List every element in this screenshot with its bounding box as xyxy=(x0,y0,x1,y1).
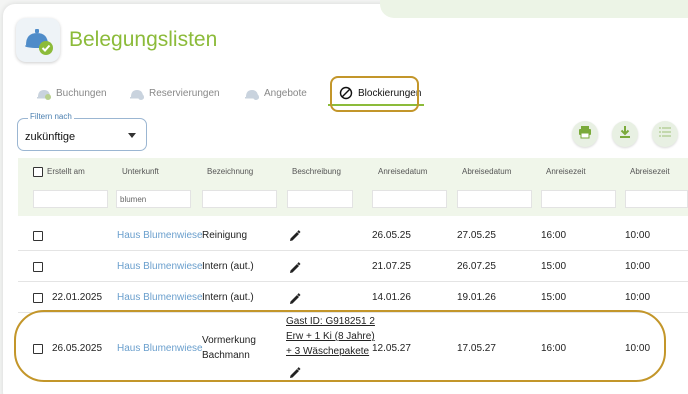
departure-date: 19.01.26 xyxy=(457,292,496,303)
column-header[interactable]: Erstellt am xyxy=(47,167,85,176)
arrival-date: 21.07.25 xyxy=(372,261,411,272)
departure-date: 26.07.25 xyxy=(457,261,496,272)
column-header[interactable]: Bezeichnung xyxy=(207,167,253,176)
bell-icon xyxy=(36,85,52,101)
column-header[interactable]: Beschreibung xyxy=(292,167,341,176)
arrival-time: 16:00 xyxy=(541,230,567,241)
column-header[interactable]: Unterkunft xyxy=(122,167,159,176)
download-icon xyxy=(618,125,632,144)
departure-time: 10:00 xyxy=(625,261,651,272)
created-date: 22.01.2025 xyxy=(52,292,103,303)
filter-input-unterkunft[interactable]: blumen xyxy=(116,190,191,208)
filter-input-abreisedatum[interactable] xyxy=(457,190,532,208)
filter-label: Filtern nach xyxy=(28,112,74,121)
edit-pencil-icon[interactable] xyxy=(289,292,301,304)
bell-icon xyxy=(129,85,145,101)
tab-label: Reservierungen xyxy=(149,87,220,99)
print-icon xyxy=(578,125,592,144)
highlight-tab-annotation xyxy=(330,76,419,112)
table-row[interactable]: Haus Blumenwiese Intern (aut.) 21.07.25 … xyxy=(18,251,688,282)
row-checkbox[interactable] xyxy=(33,262,43,272)
row-checkbox[interactable] xyxy=(33,293,43,303)
filter-input-anreisedatum[interactable] xyxy=(372,190,447,208)
column-header[interactable]: Abreisedatum xyxy=(462,167,511,176)
departure-time: 10:00 xyxy=(625,292,651,303)
designation: Intern (aut.) xyxy=(202,292,254,303)
filter-input-bezeichnung[interactable] xyxy=(202,190,277,208)
accommodation-link[interactable]: Haus Blumenwiese xyxy=(117,261,203,272)
edit-pencil-icon[interactable] xyxy=(289,261,301,273)
tab-label: Angebote xyxy=(264,87,307,99)
filter-value: zukünftige xyxy=(25,131,76,143)
app-icon xyxy=(16,18,60,62)
filter-input-erstellt[interactable] xyxy=(33,190,108,208)
edit-pencil-icon[interactable] xyxy=(289,229,301,241)
bell-icon xyxy=(244,85,260,101)
accommodation-link[interactable]: Haus Blumenwiese xyxy=(117,230,203,241)
filter-input-beschreibung[interactable] xyxy=(287,190,353,208)
arrival-time: 15:00 xyxy=(541,261,567,272)
filter-select[interactable]: Filtern nach zukünftige xyxy=(17,112,147,151)
arrival-time: 15:00 xyxy=(541,292,567,303)
accommodation-link[interactable]: Haus Blumenwiese xyxy=(117,292,203,303)
departure-date: 27.05.25 xyxy=(457,230,496,241)
arrival-date: 26.05.25 xyxy=(372,230,411,241)
column-header[interactable]: Anreisedatum xyxy=(378,167,427,176)
filter-input-abreisezeit[interactable] xyxy=(625,190,688,208)
arrival-date: 14.01.26 xyxy=(372,292,411,303)
table-header: Erstellt am Unterkunft Bezeichnung Besch… xyxy=(18,158,688,216)
download-button[interactable] xyxy=(612,121,638,147)
highlight-row-annotation xyxy=(14,310,666,382)
tab-buchungen[interactable]: Buchungen xyxy=(36,80,107,106)
tab-reservierungen[interactable]: Reservierungen xyxy=(129,80,220,106)
designation: Reinigung xyxy=(202,230,248,241)
print-button[interactable] xyxy=(572,121,598,147)
table-row[interactable]: 22.01.2025 Haus Blumenwiese Intern (aut.… xyxy=(18,282,688,313)
column-header[interactable]: Abreisezeit xyxy=(630,167,670,176)
top-decoration xyxy=(380,0,688,18)
tab-angebote[interactable]: Angebote xyxy=(244,80,307,106)
tab-label: Buchungen xyxy=(56,87,107,99)
filter-input-anreisezeit[interactable] xyxy=(541,190,616,208)
row-checkbox[interactable] xyxy=(33,231,43,241)
list-icon xyxy=(658,125,672,144)
list-view-button[interactable] xyxy=(652,121,678,147)
select-all-checkbox[interactable] xyxy=(33,167,43,177)
chevron-down-icon xyxy=(128,133,136,138)
designation: Intern (aut.) xyxy=(202,261,254,272)
departure-time: 10:00 xyxy=(625,230,651,241)
table-row[interactable]: Haus Blumenwiese Reinigung 26.05.25 27.0… xyxy=(18,220,688,251)
column-header[interactable]: Anreisezeit xyxy=(546,167,586,176)
page-title: Belegungslisten xyxy=(69,28,218,51)
